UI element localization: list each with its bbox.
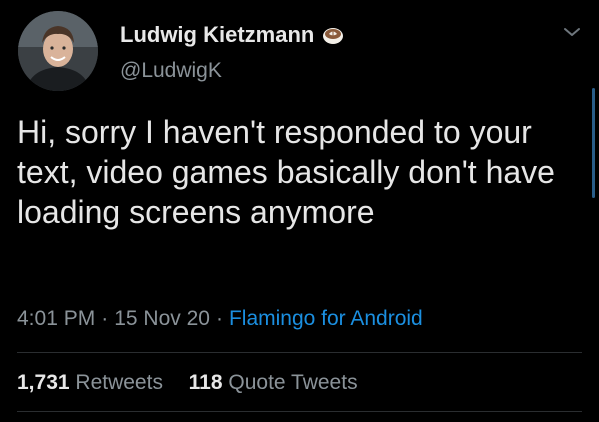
meta-separator: · <box>101 307 109 330</box>
divider <box>17 352 582 353</box>
tweet-stats: 1,731 Retweets 118 Quote Tweets <box>17 371 358 395</box>
author-handle[interactable]: @LudwigK <box>120 59 222 83</box>
quote-tweets-label: Quote Tweets <box>228 371 358 394</box>
tweet-meta: 4:01 PM · 15 Nov 20 · Flamingo for Android <box>17 307 423 331</box>
tweet-card: Ludwig Kietzmann @LudwigK Hi, sorry I ha… <box>0 0 599 422</box>
meta-separator: · <box>215 307 223 330</box>
quote-tweets-count: 118 <box>188 371 223 394</box>
divider <box>17 411 582 412</box>
tweet-text: Hi, sorry I haven't responded to your te… <box>17 114 555 230</box>
tweet-date[interactable]: 15 Nov 20 <box>114 307 210 330</box>
latte-coffee-icon <box>321 23 345 47</box>
avatar[interactable] <box>18 11 98 91</box>
profile-photo-icon <box>18 11 98 91</box>
quote-tweets-stat[interactable]: 118 Quote Tweets <box>183 371 358 394</box>
author-name-row: Ludwig Kietzmann <box>120 22 345 48</box>
tweet-time[interactable]: 4:01 PM <box>17 307 95 330</box>
chevron-down-icon[interactable] <box>563 26 581 38</box>
retweets-count: 1,731 <box>17 371 70 394</box>
retweets-label: Retweets <box>75 371 163 394</box>
tweet-source-link[interactable]: Flamingo for Android <box>229 307 423 330</box>
scrollbar[interactable] <box>592 88 595 198</box>
display-name[interactable]: Ludwig Kietzmann <box>120 22 314 48</box>
retweets-stat[interactable]: 1,731 Retweets <box>17 371 169 394</box>
